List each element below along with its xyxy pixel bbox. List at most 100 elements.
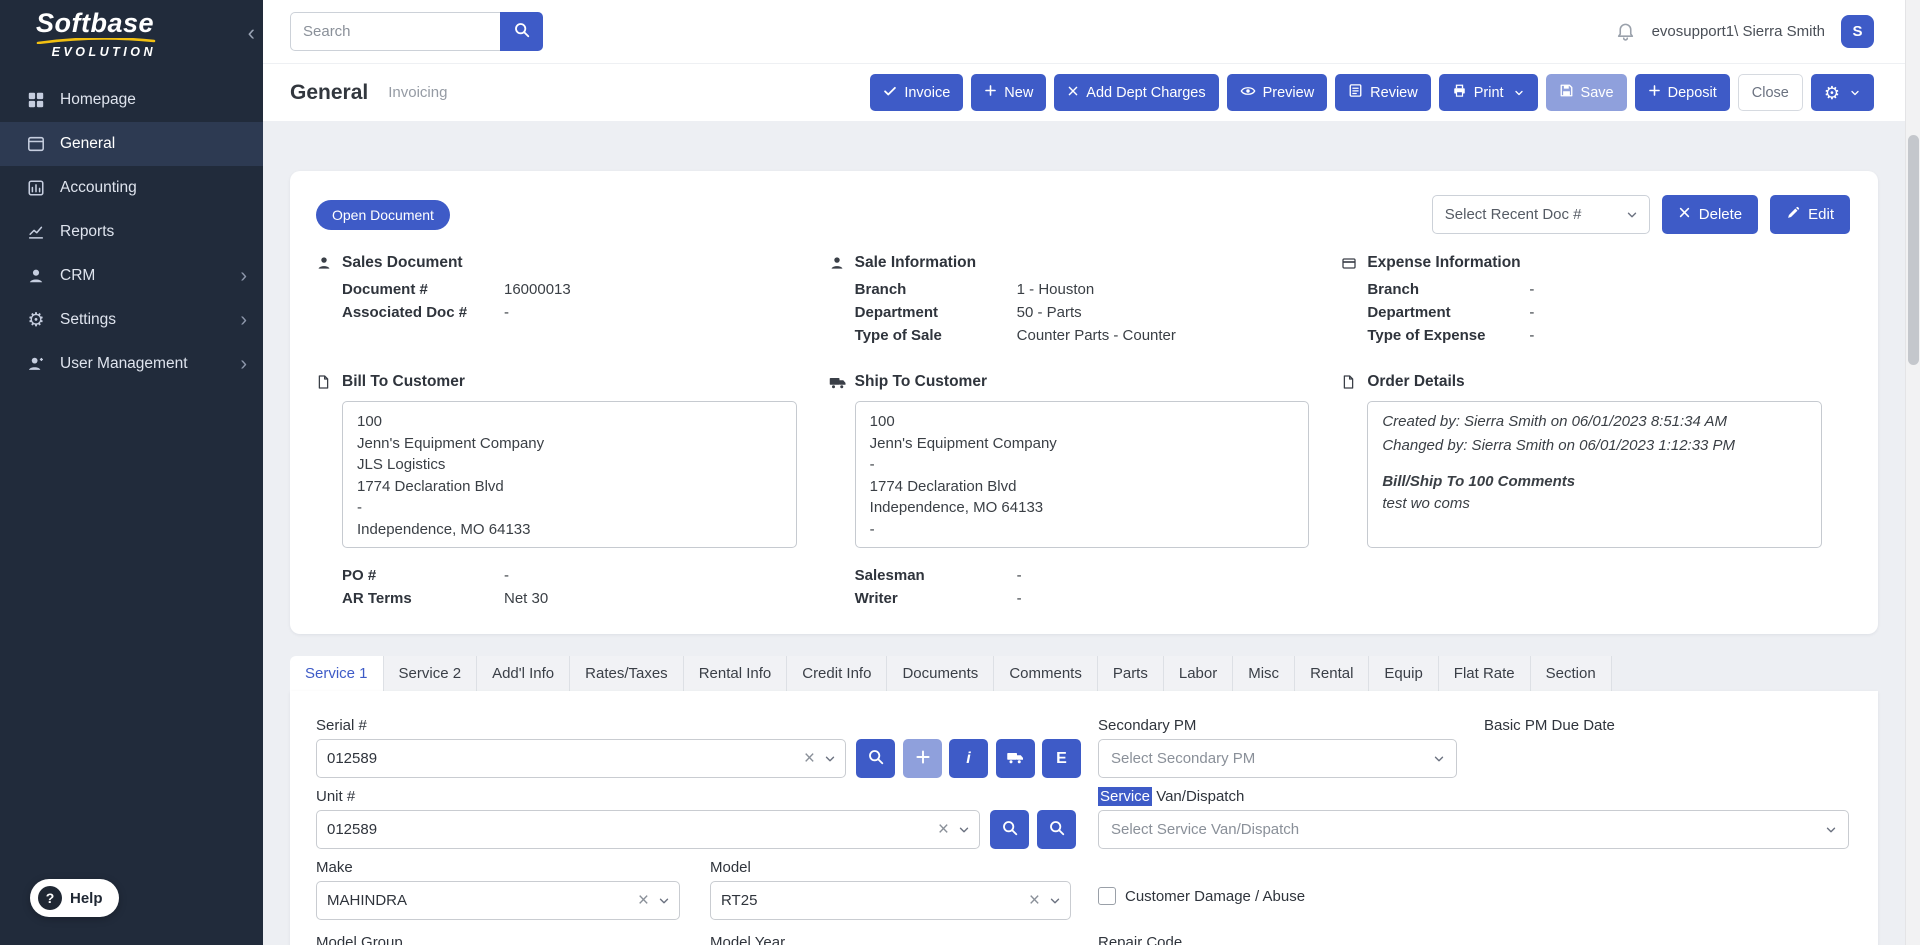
preview-button[interactable]: Preview (1226, 74, 1328, 111)
ship-to-address-box[interactable]: 100 Jenn's Equipment Company - 1774 Decl… (854, 401, 1310, 548)
clear-icon[interactable]: × (799, 749, 820, 768)
sidebar-item-homepage[interactable]: Homepage (0, 78, 263, 122)
app-window: Softbase EVOLUTION ‹ Homepage General Ac… (0, 0, 1920, 945)
tab-parts[interactable]: Parts (1097, 656, 1164, 691)
field-value: - (1016, 590, 1022, 607)
chevron-down-icon[interactable] (820, 752, 845, 766)
tab-section[interactable]: Section (1530, 656, 1612, 691)
main-area: evosupport1\ Sierra Smith S General Invo… (263, 0, 1920, 945)
help-button[interactable]: ? Help (30, 879, 119, 917)
scrollbar-thumb[interactable] (1908, 135, 1919, 365)
unit-input[interactable] (317, 811, 933, 848)
order-details-box[interactable]: Created by: Sierra Smith on 06/01/2023 8… (1367, 401, 1822, 548)
service-van-dispatch-select[interactable]: Select Service Van/Dispatch (1098, 810, 1849, 849)
chevron-down-icon[interactable] (1045, 894, 1070, 908)
field-label: Department (854, 304, 939, 321)
customer-damage-checkbox[interactable] (1098, 887, 1116, 905)
review-button[interactable]: Review (1335, 74, 1431, 111)
address-line: Jenn's Equipment Company (357, 434, 545, 452)
invoice-button[interactable]: Invoice (870, 74, 964, 111)
chevron-down-icon[interactable] (954, 823, 979, 837)
document-icon (1341, 374, 1359, 390)
add-dept-charges-button[interactable]: Add Dept Charges (1054, 74, 1219, 111)
serial-info-button[interactable]: i (949, 739, 988, 778)
clear-icon[interactable]: × (933, 820, 954, 839)
clear-icon[interactable]: × (633, 891, 654, 910)
secondary-pm-select[interactable]: Select Secondary PM (1098, 739, 1457, 778)
delete-button[interactable]: Delete (1661, 195, 1759, 234)
clear-icon[interactable]: × (1024, 891, 1045, 910)
tab-service-2[interactable]: Service 2 (383, 656, 478, 691)
sidebar-item-general[interactable]: General (0, 122, 263, 166)
new-button[interactable]: New (971, 74, 1047, 111)
settings-menu-button[interactable]: ⚙ (1810, 74, 1874, 111)
sidebar-item-crm[interactable]: CRM › (0, 254, 263, 298)
edit-button[interactable]: Edit (1770, 195, 1850, 234)
deposit-button[interactable]: Deposit (1634, 74, 1730, 111)
chevron-down-icon[interactable] (654, 894, 679, 908)
ship-to-section: Ship To Customer 100 Jenn's Equipment Co… (829, 373, 1338, 610)
field-value: 50 - Parts (1016, 304, 1082, 321)
sidebar-item-label: Homepage (60, 91, 136, 108)
sale-information-section: Sale Information Branch 1 - Houston Depar… (829, 254, 1338, 347)
unit-search-button[interactable] (990, 810, 1029, 849)
model-field: × (710, 881, 1071, 920)
save-button[interactable]: Save (1545, 74, 1627, 111)
model-input[interactable] (711, 882, 1024, 919)
tab-misc[interactable]: Misc (1233, 656, 1296, 691)
recent-doc-select[interactable]: Select Recent Doc # (1431, 195, 1650, 234)
notifications-button[interactable] (1615, 20, 1636, 44)
sidebar-collapse-button[interactable]: ‹ (248, 22, 255, 44)
new-label: New (1004, 84, 1034, 101)
search-button[interactable] (500, 12, 543, 51)
search-icon (1048, 819, 1066, 840)
tab-equip[interactable]: Equip (1369, 656, 1439, 691)
avatar[interactable]: S (1841, 15, 1874, 48)
customer-damage-row: Customer Damage / Abuse (1098, 887, 1305, 905)
search-group (290, 12, 543, 51)
sidebar-item-label: General (60, 135, 116, 152)
tab-addl-info[interactable]: Add'l Info (477, 656, 571, 691)
field-value: Net 30 (504, 590, 549, 607)
model-label: Model (710, 859, 751, 876)
search-input[interactable] (290, 12, 500, 51)
sidebar-item-accounting[interactable]: Accounting (0, 166, 263, 210)
gear-icon: ⚙ (27, 309, 45, 331)
tab-credit-info[interactable]: Credit Info (787, 656, 888, 691)
user-name: evosupport1\ Sierra Smith (1651, 23, 1825, 40)
tab-documents[interactable]: Documents (887, 656, 995, 691)
serial-equipment-button[interactable] (996, 739, 1035, 778)
sidebar-item-settings[interactable]: ⚙ Settings › (0, 298, 263, 342)
status-badge: Open Document (316, 199, 450, 230)
unit-lookup-button[interactable] (1037, 810, 1076, 849)
serial-input[interactable] (317, 740, 799, 777)
field-label: Branch (854, 281, 907, 298)
make-input[interactable] (317, 882, 633, 919)
person-icon (316, 255, 334, 271)
tab-rental-info[interactable]: Rental Info (683, 656, 788, 691)
bar-chart-icon (26, 178, 46, 198)
sidebar-item-user-management[interactable]: User Management › (0, 342, 263, 386)
sidebar-item-reports[interactable]: Reports (0, 210, 263, 254)
search-icon (867, 748, 885, 769)
secondary-pm-label: Secondary PM (1098, 717, 1197, 734)
serial-search-button[interactable] (856, 739, 895, 778)
address-line: - (869, 520, 875, 538)
tab-labor[interactable]: Labor (1163, 656, 1234, 691)
tab-comments[interactable]: Comments (994, 656, 1098, 691)
tab-flat-rate[interactable]: Flat Rate (1438, 656, 1531, 691)
chevron-down-icon (1824, 823, 1838, 837)
field-value: - (1529, 281, 1535, 298)
page-scrollbar[interactable] (1905, 0, 1920, 945)
field-label: Department (1367, 304, 1451, 321)
tab-service-1[interactable]: Service 1 (290, 656, 384, 691)
tab-rental[interactable]: Rental (1295, 656, 1370, 691)
bill-to-address-box[interactable]: 100 Jenn's Equipment Company JLS Logisti… (342, 401, 797, 548)
serial-e-button[interactable]: E (1042, 739, 1081, 778)
close-button[interactable]: Close (1737, 74, 1803, 111)
address-line: 1774 Declaration Blvd (357, 477, 504, 495)
content-area: Open Document Select Recent Doc # Delete (263, 121, 1920, 945)
tab-rates-taxes[interactable]: Rates/Taxes (570, 656, 684, 691)
print-button[interactable]: Print (1438, 74, 1538, 111)
serial-add-button[interactable] (903, 739, 942, 778)
